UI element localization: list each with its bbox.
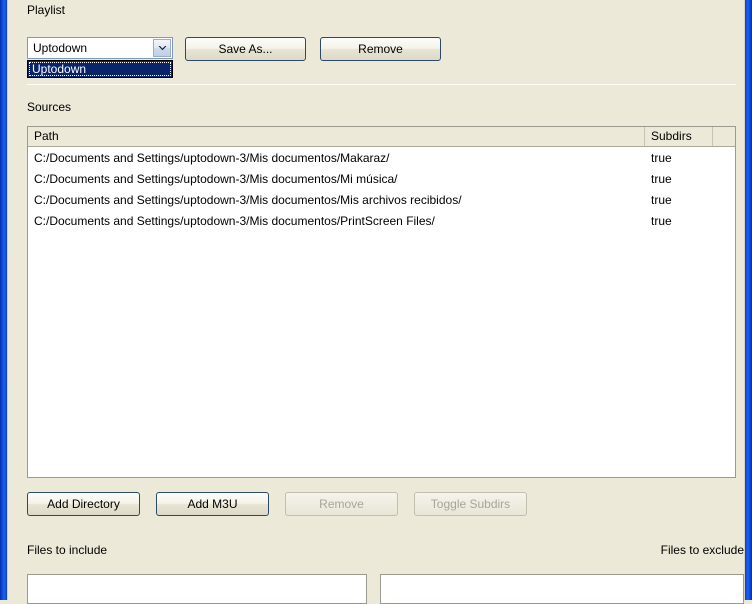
column-header-subdirs[interactable]: Subdirs [645,127,713,146]
column-header-spacer [713,127,735,146]
sources-label: Sources [27,100,71,114]
add-m3u-button[interactable]: Add M3U [156,492,269,516]
cell-subdirs: true [645,214,735,228]
table-row[interactable]: C:/Documents and Settings/uptodown-3/Mis… [28,147,735,168]
section-separator [27,84,736,85]
sources-table-header: Path Subdirs [28,127,735,147]
playlist-remove-button[interactable]: Remove [320,37,441,61]
cell-subdirs: true [645,151,735,165]
add-directory-button[interactable]: Add Directory [27,492,140,516]
window-frame-inner-right [744,0,745,600]
cell-path: C:/Documents and Settings/uptodown-3/Mis… [28,193,645,207]
window-frame: Playlist Uptodown Uptodown Save As... Re… [0,0,752,600]
column-header-path[interactable]: Path [28,127,645,146]
sources-table-body: C:/Documents and Settings/uptodown-3/Mis… [28,147,735,231]
playlist-combobox[interactable]: Uptodown [27,37,173,59]
chevron-down-icon[interactable] [153,39,171,57]
table-row[interactable]: C:/Documents and Settings/uptodown-3/Mis… [28,168,735,189]
sources-table[interactable]: Path Subdirs C:/Documents and Settings/u… [27,126,736,478]
playlist-combobox-dropdown[interactable]: Uptodown [27,60,173,78]
playlist-combobox-option[interactable]: Uptodown [28,61,172,77]
cell-path: C:/Documents and Settings/uptodown-3/Mis… [28,214,645,228]
files-to-include-label: Files to include [27,543,107,557]
playlist-label: Playlist [27,3,65,17]
window-frame-right-edge [745,0,752,600]
cell-subdirs: true [645,193,735,207]
table-row[interactable]: C:/Documents and Settings/uptodown-3/Mis… [28,189,735,210]
cell-subdirs: true [645,172,735,186]
files-to-exclude-label: Files to exclude [661,543,744,557]
playlist-combobox-value: Uptodown [28,41,153,55]
dialog-content: Playlist Uptodown Uptodown Save As... Re… [8,0,744,600]
toggle-subdirs-button[interactable]: Toggle Subdirs [414,492,527,516]
window-frame-left-edge [0,0,7,600]
save-as-button[interactable]: Save As... [185,37,306,61]
sources-remove-button[interactable]: Remove [285,492,398,516]
cell-path: C:/Documents and Settings/uptodown-3/Mis… [28,151,645,165]
table-row[interactable]: C:/Documents and Settings/uptodown-3/Mis… [28,210,735,231]
cell-path: C:/Documents and Settings/uptodown-3/Mis… [28,172,645,186]
